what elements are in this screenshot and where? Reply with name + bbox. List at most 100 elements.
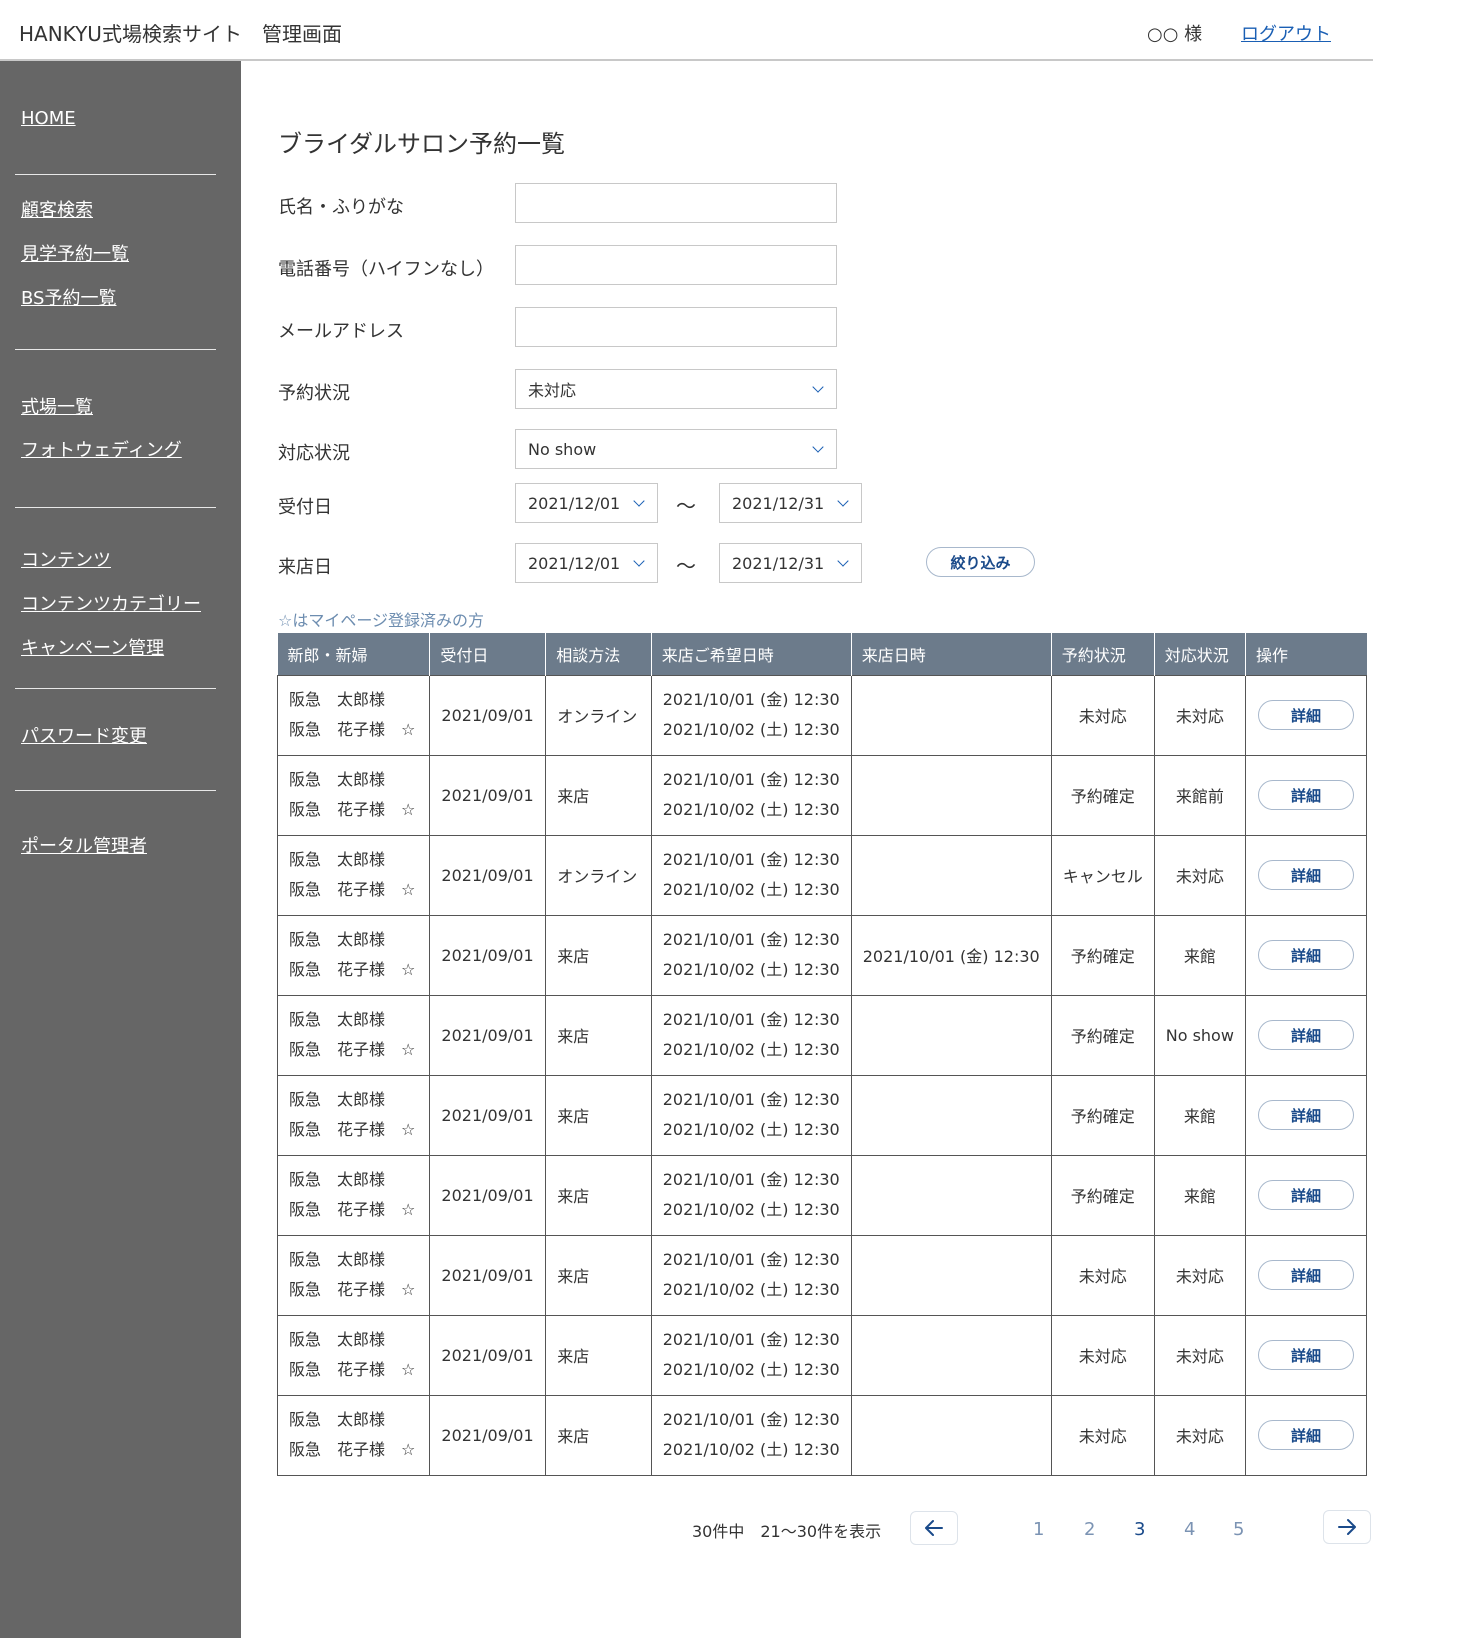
mypage-note: ☆はマイページ登録済みの方: [278, 611, 485, 630]
groom-name: 阪急 太郎様: [289, 1410, 386, 1429]
wish-datetime-cell: 2021/10/01 (金) 12:30 2021/10/02 (土) 12:30: [650, 754, 852, 836]
action-cell: 詳細: [1244, 1154, 1368, 1236]
detail-button[interactable]: 詳細: [1257, 1340, 1354, 1370]
received-date-cell: 2021/09/01: [429, 1234, 547, 1316]
detail-button[interactable]: 詳細: [1257, 860, 1354, 890]
wish-datetime-cell: 2021/10/01 (金) 12:30 2021/10/02 (土) 12:30: [650, 1154, 852, 1236]
table-row: 阪急 太郎様 阪急 花子様 ☆ 2021/09/01 来店 2021/10/01 (金)…: [276, 754, 1368, 836]
detail-button[interactable]: 詳細: [1257, 940, 1354, 970]
wish-datetime-cell: 2021/10/01 (金) 12:30 2021/10/02 (土) 12:30: [650, 834, 852, 916]
detail-button[interactable]: 詳細: [1257, 1020, 1354, 1050]
received-from-value: 2021/12/01: [528, 493, 621, 513]
status-select[interactable]: 未対応: [515, 369, 837, 409]
page-5[interactable]: 5: [1233, 1519, 1244, 1540]
action-cell: 詳細: [1244, 674, 1368, 756]
received-date-cell: 2021/09/01: [429, 1154, 547, 1236]
visit-datetime-cell: [850, 1074, 1052, 1156]
visit-datetime-cell: [850, 1234, 1052, 1316]
prev-page-button[interactable]: [910, 1511, 958, 1545]
nav-home[interactable]: HOME: [21, 108, 76, 129]
chevron-down-icon: [837, 495, 849, 507]
bride-name: 阪急 花子様 ☆: [289, 720, 416, 739]
header-action: 操作: [1244, 633, 1367, 675]
wish-datetime-cell: 2021/10/01 (金) 12:30 2021/10/02 (土) 12:30: [650, 1074, 852, 1156]
wish-datetime-1: 2021/10/01 (金) 12:30: [662, 1010, 840, 1029]
status-cell: 予約確定: [1050, 914, 1155, 996]
couple-cell: 阪急 太郎様阪急 花子様 ☆: [276, 674, 431, 756]
nav-campaigns[interactable]: キャンペーン管理: [21, 634, 164, 660]
detail-button[interactable]: 詳細: [1257, 1100, 1354, 1130]
email-label: メールアドレス: [278, 321, 404, 342]
wish-datetime-1: 2021/10/01 (金) 12:30: [662, 930, 840, 949]
page-3-current[interactable]: 3: [1134, 1519, 1145, 1540]
wish-datetime-2: 2021/10/02 (土) 12:30: [662, 1200, 840, 1219]
received-from-select[interactable]: 2021/12/01: [515, 483, 658, 523]
nav-customer-search[interactable]: 顧客検索: [21, 196, 93, 222]
name-input[interactable]: [515, 183, 837, 223]
nav-venues[interactable]: 式場一覧: [21, 393, 93, 419]
received-date-cell: 2021/09/01: [429, 994, 547, 1076]
visit-from-select[interactable]: 2021/12/01: [515, 543, 658, 583]
wish-datetime-1: 2021/10/01 (金) 12:30: [662, 1170, 840, 1189]
nav-divider: [15, 349, 216, 350]
groom-name: 阪急 太郎様: [289, 850, 386, 869]
method-cell: オンライン: [545, 834, 652, 916]
bride-name: 阪急 花子様 ☆: [289, 1360, 416, 1379]
response-select-value: No show: [528, 439, 597, 459]
bride-name: 阪急 花子様 ☆: [289, 1040, 416, 1059]
visit-datetime-cell: [850, 1394, 1052, 1476]
wish-datetime-1: 2021/10/01 (金) 12:30: [662, 1410, 840, 1429]
next-page-button[interactable]: [1323, 1510, 1371, 1544]
page-4[interactable]: 4: [1184, 1519, 1195, 1540]
email-input[interactable]: [515, 307, 837, 347]
wish-datetime-cell: 2021/10/01 (金) 12:30 2021/10/02 (土) 12:30: [650, 674, 852, 756]
table-row: 阪急 太郎様 阪急 花子様 ☆ 2021/09/01 来店 2021/10/01 (金)…: [276, 1234, 1368, 1316]
nav-photo-wedding[interactable]: フォトウェディング: [21, 436, 182, 462]
wish-datetime-2: 2021/10/02 (土) 12:30: [662, 1040, 840, 1059]
header-method: 相談方法: [545, 633, 652, 675]
filter-button[interactable]: 絞り込み: [926, 547, 1035, 577]
visit-datetime-cell: [850, 994, 1052, 1076]
visit-datetime-cell: [850, 754, 1052, 836]
nav-portal-admin[interactable]: ポータル管理者: [21, 832, 147, 858]
method-cell: 来店: [545, 1314, 652, 1396]
received-to-select[interactable]: 2021/12/31: [719, 483, 862, 523]
nav-contents[interactable]: コンテンツ: [21, 546, 111, 572]
detail-button[interactable]: 詳細: [1257, 1180, 1354, 1210]
detail-button[interactable]: 詳細: [1257, 700, 1354, 730]
logout-link[interactable]: ログアウト: [1241, 20, 1331, 46]
wish-datetime-2: 2021/10/02 (土) 12:30: [662, 800, 840, 819]
phone-input[interactable]: [515, 245, 837, 285]
page-title: ブライダルサロン予約一覧: [278, 130, 566, 158]
bride-name: 阪急 花子様 ☆: [289, 1280, 416, 1299]
table-row: 阪急 太郎様 阪急 花子様 ☆ 2021/09/01 オンライン 2021/10/01 …: [276, 674, 1368, 756]
method-cell: 来店: [545, 1074, 652, 1156]
groom-name: 阪急 太郎様: [289, 690, 386, 709]
bride-name: 阪急 花子様 ☆: [289, 1200, 416, 1219]
nav-bs-reservations[interactable]: BS予約一覧: [21, 284, 116, 310]
chevron-down-icon: [633, 495, 645, 507]
method-cell: 来店: [545, 914, 652, 996]
received-date-cell: 2021/09/01: [429, 754, 547, 836]
table-row: 阪急 太郎様 阪急 花子様 ☆ 2021/09/01 来店 2021/10/01 (金)…: [276, 1314, 1368, 1396]
received-date-cell: 2021/09/01: [429, 674, 547, 756]
wish-datetime-cell: 2021/10/01 (金) 12:30 2021/10/02 (土) 12:30: [650, 1234, 852, 1316]
detail-button[interactable]: 詳細: [1257, 780, 1354, 810]
visit-to-select[interactable]: 2021/12/31: [719, 543, 862, 583]
page-2[interactable]: 2: [1084, 1519, 1095, 1540]
nav-tour-reservations[interactable]: 見学予約一覧: [21, 240, 129, 266]
wish-datetime-2: 2021/10/02 (土) 12:30: [662, 880, 840, 899]
couple-cell: 阪急 太郎様 阪急 花子様 ☆: [276, 834, 431, 916]
couple-cell: 阪急 太郎様 阪急 花子様 ☆: [276, 1314, 431, 1396]
response-select[interactable]: No show: [515, 429, 837, 469]
detail-button[interactable]: 詳細: [1257, 1420, 1354, 1450]
detail-button[interactable]: 詳細: [1257, 1260, 1354, 1290]
header-wish-datetime: 来店ご希望日時: [650, 633, 852, 675]
table-row: 阪急 太郎様 阪急 花子様 ☆ 2021/09/01 来店 2021/10/01 (金)…: [276, 994, 1368, 1076]
nav-password-change[interactable]: パスワード変更: [21, 722, 147, 748]
header-status: 予約状況: [1050, 633, 1155, 675]
page-1[interactable]: 1: [1033, 1519, 1044, 1540]
nav-content-categories[interactable]: コンテンツカテゴリー: [21, 590, 201, 616]
status-cell: 未対応: [1050, 674, 1155, 756]
wish-datetime-cell: 2021/10/01 (金) 12:30 2021/10/02 (土) 12:30: [650, 1314, 852, 1396]
